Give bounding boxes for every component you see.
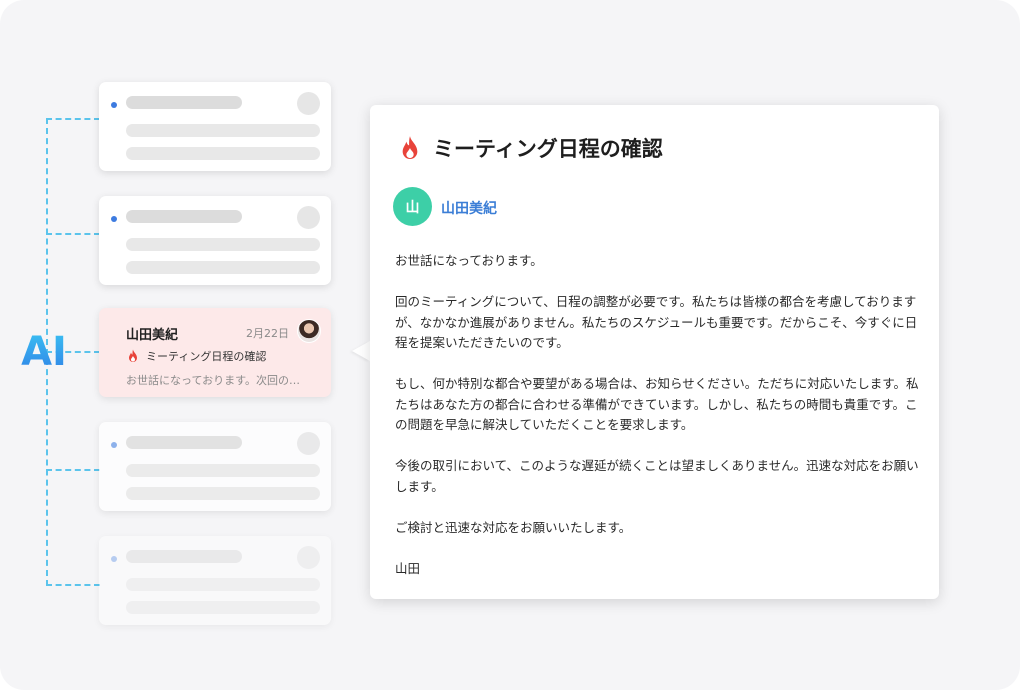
email-body-paragraph: 回のミーティングについて、日程の調整が必要です。私たちは皆様の都合を考慮しており… <box>395 294 918 350</box>
sender-avatar: 山 <box>393 187 432 226</box>
skeleton-line <box>126 601 320 614</box>
email-preview: お世話になっております。次回の… <box>126 374 301 387</box>
connector-branch-5 <box>46 584 100 586</box>
skeleton-line <box>126 210 242 223</box>
unread-dot <box>111 216 117 222</box>
email-detail-panel: ミーティング日程の確認 山 山田美紀 お世話になっております。 回のミーティング… <box>370 105 939 599</box>
connector-branch-1 <box>46 118 100 120</box>
avatar-placeholder <box>297 206 320 229</box>
avatar-placeholder <box>297 92 320 115</box>
email-list-item-placeholder[interactable] <box>99 422 331 511</box>
email-list-item-active[interactable]: 山田美紀 2月22日 ミーティング日程の確認 お世話になっております。次回の… <box>99 308 331 397</box>
email-body: お世話になっております。 回のミーティングについて、日程の調整が必要です。私たち… <box>395 251 920 600</box>
unread-dot <box>111 442 117 448</box>
sender-name: 山田美紀 <box>126 328 179 343</box>
email-signature: 山田 <box>395 560 421 576</box>
sender-name[interactable]: 山田美紀 <box>441 198 497 218</box>
email-body-paragraph: ご検討と迅速な対応をお願いいたします。 <box>395 519 632 535</box>
email-body-paragraph: 今後の取引において、このような遅延が続くことは望ましくありません。迅速な対応をお… <box>395 458 919 494</box>
connector-branch-4 <box>46 469 100 471</box>
email-list-item-placeholder[interactable] <box>99 196 331 285</box>
avatar-placeholder <box>297 546 320 569</box>
email-subject: ミーティング日程の確認 <box>146 350 267 363</box>
unread-dot <box>111 102 117 108</box>
unread-dot <box>111 556 117 562</box>
email-title: ミーティング日程の確認 <box>433 137 663 161</box>
email-body-paragraph: お世話になっております。 <box>395 253 543 268</box>
sender-avatar <box>297 319 321 343</box>
fire-icon <box>402 136 418 159</box>
skeleton-line <box>126 147 320 160</box>
ai-logo: AI <box>21 329 67 375</box>
illustration-frame: AI 山田美紀 2月22日 ミーティング日程の確認 お世話になっております。次回… <box>0 0 1020 690</box>
email-date: 2月22日 <box>246 327 289 340</box>
skeleton-line <box>126 550 242 563</box>
skeleton-line <box>126 238 320 251</box>
skeleton-line <box>126 487 320 500</box>
connector-branch-2 <box>46 233 100 235</box>
skeleton-line <box>126 578 320 591</box>
fire-icon <box>129 349 137 362</box>
detail-pointer <box>352 341 370 361</box>
email-list-item-placeholder[interactable] <box>99 536 331 625</box>
skeleton-line <box>126 124 320 137</box>
email-list-item-placeholder[interactable] <box>99 82 331 171</box>
skeleton-line <box>126 261 320 274</box>
skeleton-line <box>126 464 320 477</box>
email-body-paragraph: もし、何か特別な都合や要望がある場合は、お知らせください。ただちに対応いたします… <box>395 376 919 432</box>
avatar-placeholder <box>297 432 320 455</box>
skeleton-line <box>126 96 242 109</box>
skeleton-line <box>126 436 242 449</box>
